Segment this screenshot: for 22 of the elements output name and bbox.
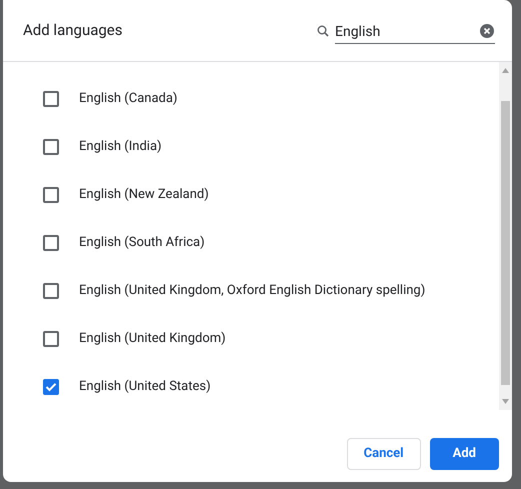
scrollbar-thumb[interactable] <box>501 101 510 385</box>
clear-icon[interactable] <box>480 24 494 38</box>
checkbox[interactable] <box>43 187 59 203</box>
cancel-button[interactable]: Cancel <box>346 438 421 470</box>
language-label: English (South Africa) <box>79 234 205 252</box>
add-button[interactable]: Add <box>430 438 499 470</box>
checkbox[interactable] <box>43 235 59 251</box>
checkbox[interactable] <box>43 91 59 107</box>
language-label: English (New Zealand) <box>79 186 209 204</box>
language-label: English (United States) <box>79 378 211 396</box>
checkbox[interactable] <box>43 283 59 299</box>
language-label: English (United Kingdom) <box>79 330 226 348</box>
scrollbar[interactable] <box>499 62 512 410</box>
checkbox[interactable] <box>43 379 59 395</box>
checkbox[interactable] <box>43 331 59 347</box>
dialog-title: Add languages <box>23 20 122 42</box>
checkbox[interactable] <box>43 139 59 155</box>
language-label: English (United Kingdom, Oxford English Dictionary spelling) <box>79 282 426 300</box>
search-icon <box>317 24 329 36</box>
check-icon <box>45 382 57 392</box>
language-label: English (Canada) <box>79 90 178 108</box>
language-label: English (India) <box>79 138 162 156</box>
